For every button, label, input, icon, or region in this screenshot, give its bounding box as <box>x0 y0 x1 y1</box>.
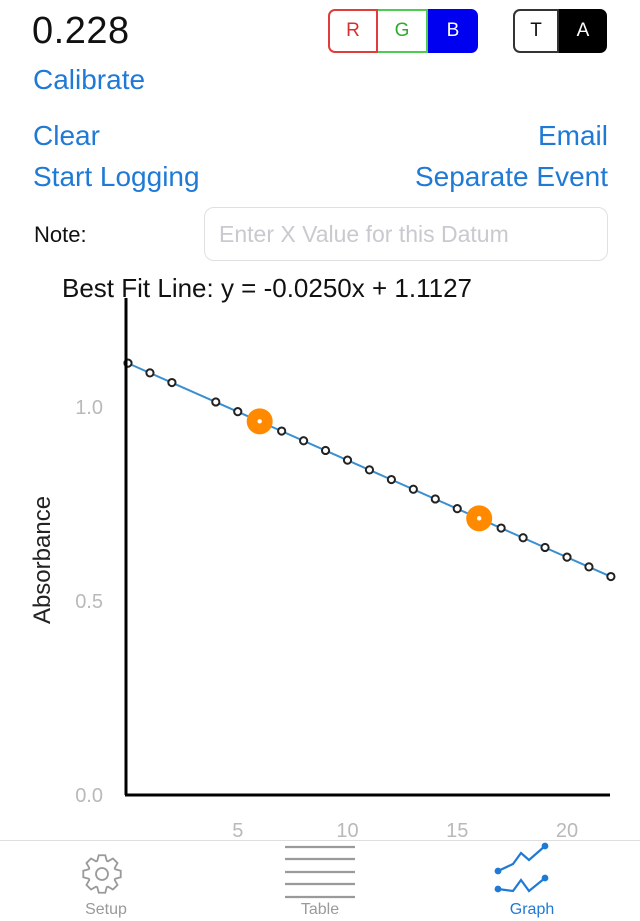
mode-selector[interactable]: T A <box>513 9 607 55</box>
data-point <box>540 542 550 553</box>
tab-table-label: Table <box>300 901 340 918</box>
calibrate-button[interactable]: Calibrate <box>33 64 145 96</box>
data-point <box>320 445 331 456</box>
gear-icon <box>82 854 122 894</box>
tab-bar: Setup Table Graph <box>0 840 640 921</box>
data-point <box>430 494 440 504</box>
y-tick-label: 0.5 <box>75 591 103 613</box>
data-point <box>211 397 221 407</box>
note-input[interactable] <box>204 207 608 261</box>
data-point <box>145 368 155 378</box>
x-tick-label: 5 <box>232 820 243 840</box>
separate-event-button[interactable]: Separate Event <box>415 161 608 193</box>
data-point <box>452 504 462 514</box>
y-axis-label: Absorbance <box>29 496 56 624</box>
data-point <box>167 377 177 388</box>
data-point <box>584 562 594 572</box>
absorbance-reading: 0.228 <box>32 10 130 52</box>
data-point <box>562 552 572 562</box>
channel-g-button[interactable]: G <box>378 9 428 53</box>
channel-r-button[interactable]: R <box>328 9 378 53</box>
absorbance-chart: 0.0 0.5 1.0 5 10 15 20 Absorbance <box>29 298 616 840</box>
x-tick-label: 20 <box>556 820 578 840</box>
start-logging-button[interactable]: Start Logging <box>33 161 200 193</box>
data-point <box>386 474 396 485</box>
email-button[interactable]: Email <box>538 120 608 152</box>
data-point <box>233 407 243 417</box>
highlighted-data-point <box>466 505 493 532</box>
x-tick-label: 10 <box>336 820 358 840</box>
tab-table[interactable]: Table <box>260 841 380 921</box>
list-lines-icon <box>285 845 355 899</box>
graph-icon <box>494 842 549 893</box>
highlighted-data-point <box>246 408 273 435</box>
y-tick-label: 0.0 <box>75 785 103 807</box>
note-label: Note: <box>34 222 87 247</box>
tab-graph[interactable]: Graph <box>472 841 592 921</box>
data-point <box>606 571 616 582</box>
data-point <box>342 455 353 465</box>
clear-button[interactable]: Clear <box>33 120 100 152</box>
mode-absorbance-button[interactable]: A <box>559 9 607 53</box>
data-point <box>408 484 418 494</box>
data-point <box>277 426 287 436</box>
y-tick-label: 1.0 <box>75 397 103 419</box>
data-point <box>299 436 309 446</box>
data-point <box>496 523 506 533</box>
channel-b-button[interactable]: B <box>428 9 478 53</box>
tab-setup-label: Setup <box>85 901 127 918</box>
tab-setup[interactable]: Setup <box>46 841 166 921</box>
channel-selector[interactable]: R G B <box>328 9 478 55</box>
tab-graph-label: Graph <box>509 901 555 918</box>
mode-transmittance-button[interactable]: T <box>513 9 559 53</box>
best-fit-equation: Best Fit Line: y = -0.0250x + 1.1127 <box>62 273 472 303</box>
data-point <box>518 533 528 543</box>
data-point <box>364 465 375 475</box>
x-tick-label: 15 <box>446 820 468 840</box>
